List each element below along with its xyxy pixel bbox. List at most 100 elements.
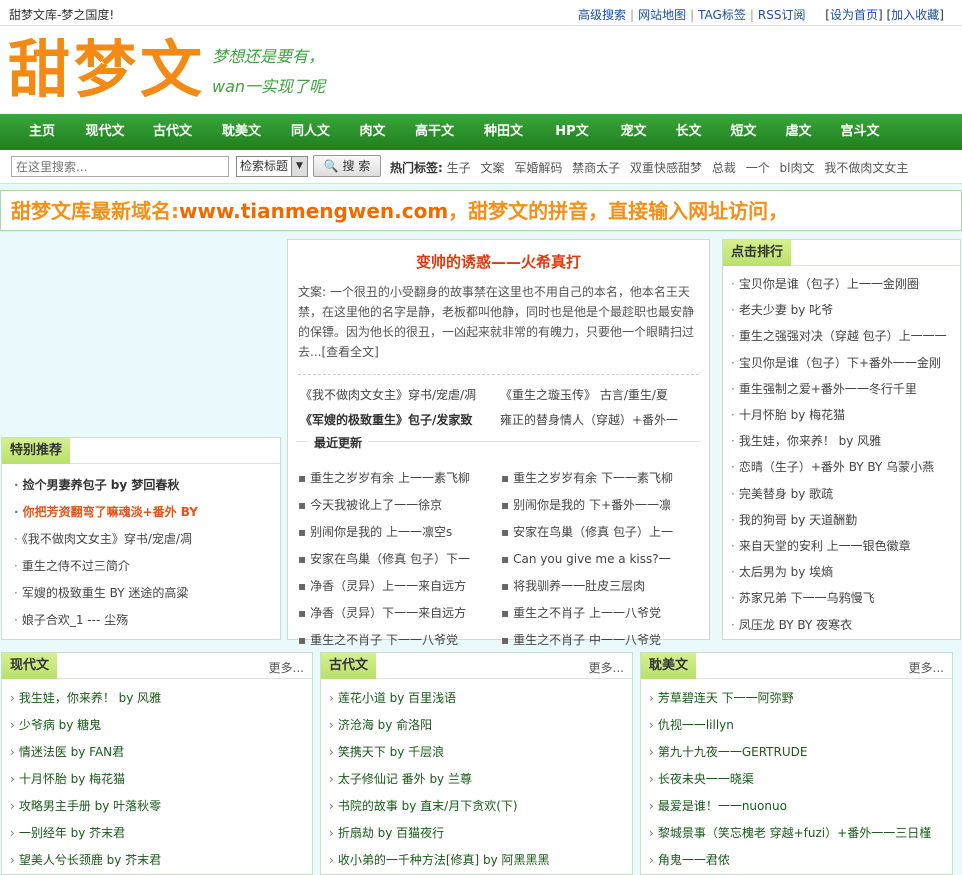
search-button[interactable]: 🔍 搜 索 xyxy=(313,155,381,177)
feature-link[interactable]: 《我不做肉文女主》穿书/宠虐/凋 xyxy=(300,383,500,408)
feature-summary: 文案: 一个很丑的小受翻身的故事禁在这里也不用自己的本名，他本名王天禁，在这里他… xyxy=(298,285,695,359)
more-link[interactable]: 更多... xyxy=(589,659,624,676)
nav-item-gaogan[interactable]: 高干文 xyxy=(400,114,469,150)
nav-item-fanfic[interactable]: 同人文 xyxy=(276,114,345,150)
list-item[interactable]: · 十月怀胎 by 梅花猫 xyxy=(731,402,960,428)
list-item[interactable]: · 重生之强强对决（穿越 包子）上一一一 xyxy=(731,323,960,349)
list-item[interactable]: › 芳草碧连天 下一一阿弥野 xyxy=(649,685,952,712)
nav-item-long[interactable]: 长文 xyxy=(661,114,716,150)
update-item[interactable]: ▪ 重生之不肖子 上一一八爷党 xyxy=(501,600,704,627)
list-item[interactable]: › 十月怀胎 by 梅花猫 xyxy=(10,766,312,793)
update-item[interactable]: ▪ 重生之不肖子 下一一八爷党 xyxy=(298,627,501,654)
feature-link[interactable]: 雍正的替身情人（穿越）+番外一 xyxy=(500,408,678,433)
list-item[interactable]: · 宝贝你是谁（包子）上一一金刚圈 xyxy=(731,271,960,297)
set-homepage-link[interactable]: 设为首页 xyxy=(830,8,878,22)
hot-tag[interactable]: 文案 xyxy=(480,161,504,175)
tag-link[interactable]: TAG标签 xyxy=(698,8,746,22)
nav-item-danmei[interactable]: 耽美文 xyxy=(207,114,276,150)
search-input[interactable] xyxy=(11,156,229,177)
list-item[interactable]: · 军嫂的极致重生 BY 迷途的高粱 xyxy=(14,580,280,607)
update-item[interactable]: ▪ 重生之岁岁有余 上一一素飞柳 xyxy=(298,465,501,492)
add-favorite-link[interactable]: 加入收藏 xyxy=(891,8,939,22)
list-item[interactable]: · 完美替身 by 歌疏 xyxy=(731,481,960,507)
list-item[interactable]: › 第九十九夜一一GERTRUDE xyxy=(649,739,952,766)
update-item[interactable]: ▪ 别闹你是我的 上一一凛空s xyxy=(298,519,501,546)
list-item[interactable]: › 收小弟的一千种方法[修真] by 阿黑黑黑 xyxy=(329,847,632,874)
list-item[interactable]: · 我生娃，你来养！ by 风雅 xyxy=(731,428,960,454)
update-item[interactable]: ▪ 别闹你是我的 下+番外一一凛 xyxy=(501,492,704,519)
hot-tag[interactable]: 一个 xyxy=(746,161,770,175)
nav-item-ancient[interactable]: 古代文 xyxy=(138,114,207,150)
nav-item-gongdou[interactable]: 宫斗文 xyxy=(826,114,894,150)
nav-item-nue[interactable]: 虐文 xyxy=(771,114,826,150)
feature-link[interactable]: 《军嫂的极致重生》包子/发家致 xyxy=(300,413,472,427)
list-item[interactable]: › 攻略男主手册 by 叶落秋零 xyxy=(10,793,312,820)
sitemap-link[interactable]: 网站地图 xyxy=(638,8,686,22)
list-item[interactable]: › 书院的故事 by 直末/月下贪欢(下) xyxy=(329,793,632,820)
list-item[interactable]: · 重生之侍不过三简介 xyxy=(14,553,280,580)
list-item[interactable]: › 仇视一一lillyn xyxy=(649,712,952,739)
update-item[interactable]: ▪ 安家在鸟巢（修真 包子）上一 xyxy=(501,519,704,546)
list-item[interactable]: › 长夜未央一一晓渠 xyxy=(649,766,952,793)
list-item[interactable]: › 我生娃，你来养！ by 风雅 xyxy=(10,685,312,712)
more-link[interactable]: 更多... xyxy=(269,659,304,676)
list-item[interactable]: · 《我不做肉文女主》穿书/宠虐/凋 xyxy=(14,526,280,553)
update-item[interactable]: ▪ Can you give me a kiss?一 xyxy=(501,546,704,573)
notice-domain[interactable]: www.tianmengwen.com xyxy=(179,199,448,223)
read-more-link[interactable]: [查看全文] xyxy=(321,345,378,359)
update-item[interactable]: ▪ 重生之不肖子 中一一八爷党 xyxy=(501,627,704,654)
list-item[interactable]: · 你把芳资翻弯了嘛魂淡+番外 BY xyxy=(14,499,280,526)
nav-item-rou[interactable]: 肉文 xyxy=(345,114,400,150)
search-type-select[interactable]: 检索标题 ▼ xyxy=(236,156,308,177)
list-item[interactable]: · 太后男为 by 埃熵 xyxy=(731,559,960,585)
list-item[interactable]: · 捡个男妻养包子 by 梦回春秋 xyxy=(14,472,280,499)
hot-tag[interactable]: 双重快感甜梦 xyxy=(630,161,702,175)
list-item[interactable]: › 太子修仙记 番外 by 兰尊 xyxy=(329,766,632,793)
list-item[interactable]: · 娘子合欢_1 --- 尘殇 xyxy=(14,607,280,634)
list-item[interactable]: › 黎城景事（笑忘槐老 穿越+fuzi）+番外一一三日槿 xyxy=(649,820,952,847)
update-item[interactable]: ▪ 净香（灵异）上一一来自远方 xyxy=(298,573,501,600)
list-item[interactable]: · 凤压龙 BY BY 夜寒衣 xyxy=(731,612,960,638)
list-item[interactable]: · 来自天堂的安利 上一一银色徽章 xyxy=(731,533,960,559)
update-item[interactable]: ▪ 今天我被讹上了一一徐京 xyxy=(298,492,501,519)
feature-link[interactable]: 《重生之璇玉传》 古言/重生/夏 xyxy=(500,383,668,408)
hot-tag[interactable]: bl肉文 xyxy=(780,161,815,175)
list-item[interactable]: › 角鬼一一君侬 xyxy=(649,847,952,874)
feature-title[interactable]: 变帅的诱惑——火希真打 xyxy=(288,251,709,272)
list-item[interactable]: · 苏家兄弟 下一一乌鸦慢飞 xyxy=(731,585,960,611)
update-item[interactable]: ▪ 净香（灵异）下一一来自远方 xyxy=(298,600,501,627)
list-item[interactable]: · 老夫少妻 by 叱爷 xyxy=(731,297,960,323)
more-link[interactable]: 更多... xyxy=(909,659,944,676)
list-item[interactable]: › 笑携天下 by 千层浪 xyxy=(329,739,632,766)
rss-link[interactable]: RSS订阅 xyxy=(758,8,806,22)
nav-item-zhongtian[interactable]: 种田文 xyxy=(469,114,538,150)
list-item[interactable]: · 重生强制之爱+番外一一冬行千里 xyxy=(731,376,960,402)
update-item[interactable]: ▪ 重生之岁岁有余 下一一素飞柳 xyxy=(501,465,704,492)
site-logo[interactable]: 甜梦文 xyxy=(8,32,206,108)
hot-tag[interactable]: 生子 xyxy=(447,161,471,175)
list-item[interactable]: › 济沧海 by 俞洛阳 xyxy=(329,712,632,739)
nav-item-hp[interactable]: HP文 xyxy=(538,114,606,150)
top-bar: 甜梦文库-梦之国度! 高级搜索 | 网站地图 | TAG标签 | RSS订阅 [设为首页] … xyxy=(0,0,962,26)
list-item[interactable]: › 莲花小道 by 百里浅语 xyxy=(329,685,632,712)
nav-item-chong[interactable]: 宠文 xyxy=(606,114,661,150)
advanced-search-link[interactable]: 高级搜索 xyxy=(578,8,626,22)
hot-tag[interactable]: 军婚解码 xyxy=(514,161,562,175)
list-item[interactable]: › 折扇劫 by 百猫夜行 xyxy=(329,820,632,847)
list-item[interactable]: · 恋晴（生子）+番外 BY BY 乌蒙小燕 xyxy=(731,454,960,480)
hot-tag[interactable]: 我不做肉文女主 xyxy=(824,161,908,175)
list-item[interactable]: › 最爱是谁！一一nuonuo xyxy=(649,793,952,820)
list-item[interactable]: › 少爷病 by 糖鬼 xyxy=(10,712,312,739)
update-item[interactable]: ▪ 安家在鸟巢（修真 包子）下一 xyxy=(298,546,501,573)
nav-item-modern[interactable]: 现代文 xyxy=(72,114,138,150)
hot-tag[interactable]: 禁商太子 xyxy=(572,161,620,175)
list-item[interactable]: › 望美人兮长颈鹿 by 芥末君 xyxy=(10,847,312,874)
hot-tag[interactable]: 总裁 xyxy=(712,161,736,175)
list-item[interactable]: · 宝贝你是谁（包子）下+番外一一金刚 xyxy=(731,350,960,376)
list-item[interactable]: › 一别经年 by 芥末君 xyxy=(10,820,312,847)
nav-item-short[interactable]: 短文 xyxy=(716,114,771,150)
list-item[interactable]: › 情迷法医 by FAN君 xyxy=(10,739,312,766)
nav-item-home[interactable]: 主页 xyxy=(12,114,72,150)
update-item[interactable]: ▪ 将我驯养一一肚皮三层肉 xyxy=(501,573,704,600)
list-item[interactable]: · 我的狗哥 by 天道酬勤 xyxy=(731,507,960,533)
